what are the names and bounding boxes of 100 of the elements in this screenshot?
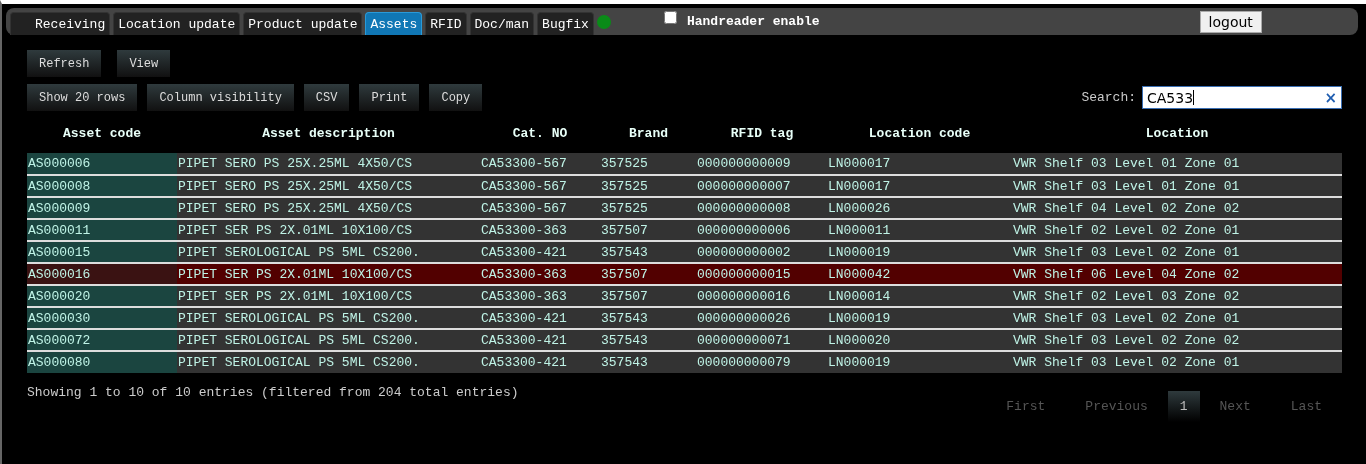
toolbar-button[interactable]: Column visibility xyxy=(147,84,294,111)
table-cell: LN000019 xyxy=(827,351,1012,373)
table-cell: 000000000007 xyxy=(697,175,827,197)
table-cell: AS000011 xyxy=(27,219,177,241)
table-cell: AS000080 xyxy=(27,351,177,373)
table-cell: VWR Shelf 02 Level 03 Zone 02 xyxy=(1012,285,1342,307)
toolbar-button[interactable]: Show 20 rows xyxy=(27,84,138,111)
table-cell: 000000000016 xyxy=(697,285,827,307)
table-cell: LN000011 xyxy=(827,219,1012,241)
table-cell: 357507 xyxy=(600,219,697,241)
table-cell: 357543 xyxy=(600,351,697,373)
checkbox[interactable] xyxy=(663,11,677,24)
table-cell: AS000072 xyxy=(27,329,177,351)
table-cell: AS000015 xyxy=(27,241,177,263)
table-cell: CA53300-363 xyxy=(480,285,600,307)
table-cell: VWR Shelf 04 Level 02 Zone 02 xyxy=(1012,197,1342,219)
nav-tab[interactable]: Bugfix xyxy=(537,12,594,35)
nav-tab[interactable]: RFID xyxy=(425,12,467,35)
table-cell: CA53300-421 xyxy=(480,241,600,263)
status-dot-icon xyxy=(596,14,611,29)
table-cell: CA53300-421 xyxy=(480,329,600,351)
table-cell: CA53300-421 xyxy=(480,307,600,329)
table-cell: 357525 xyxy=(600,153,697,175)
column-header[interactable]: Asset description xyxy=(177,125,480,153)
table-cell: PIPET SERO PS 25X.25ML 4X50/CS xyxy=(177,197,480,219)
table-cell: VWR Shelf 02 Level 02 Zone 01 xyxy=(1012,219,1342,241)
column-header[interactable]: Location code xyxy=(827,125,1012,153)
checkbox-label: Handreader enable xyxy=(686,14,820,29)
table-cell: LN000017 xyxy=(827,175,1012,197)
table-cell: 000000000002 xyxy=(697,241,827,263)
table-cell: VWR Shelf 06 Level 04 Zone 02 xyxy=(1012,263,1342,285)
table-info: Showing 1 to 10 of 10 entries (filtered from 204 total entries) xyxy=(27,385,519,400)
table-cell: VWR Shelf 03 Level 02 Zone 01 xyxy=(1012,241,1342,263)
table-cell: AS000006 xyxy=(27,153,177,175)
table-cell: 000000000079 xyxy=(697,351,827,373)
table-cell: PIPET SEROLOGICAL PS 5ML CS200. xyxy=(177,241,480,263)
nav-tab[interactable]: Location update xyxy=(113,12,241,35)
nav-tab[interactable]: Doc/man xyxy=(469,12,535,35)
table-cell: PIPET SEROLOGICAL PS 5ML CS200. xyxy=(177,329,480,351)
table-cell: AS000020 xyxy=(27,285,177,307)
table-cell: PIPET SEROLOGICAL PS 5ML CS200. xyxy=(177,307,480,329)
table-cell: PIPET SERO PS 25X.25ML 4X50/CS xyxy=(177,153,480,175)
nav-tab[interactable]: Assets xyxy=(365,12,423,35)
table-cell: LN000020 xyxy=(827,329,1012,351)
table-cell: 000000000026 xyxy=(697,307,827,329)
column-header[interactable]: Brand xyxy=(600,125,697,153)
column-header[interactable]: Asset code xyxy=(27,125,177,153)
table-cell: 357507 xyxy=(600,263,697,285)
toolbar-button[interactable]: CSV xyxy=(303,84,350,111)
table-cell: LN000019 xyxy=(827,241,1012,263)
toolbar-button[interactable]: Refresh xyxy=(27,50,102,77)
table-cell: LN000026 xyxy=(827,197,1012,219)
table-cell: CA53300-363 xyxy=(480,219,600,241)
table-cell: CA53300-567 xyxy=(480,197,600,219)
table-cell: 000000000008 xyxy=(697,197,827,219)
nav-tab[interactable]: Receiving xyxy=(10,12,111,35)
search-label: Search: xyxy=(1081,90,1136,105)
table-cell: VWR Shelf 03 Level 02 Zone 02 xyxy=(1012,329,1342,351)
table-cell: AS000009 xyxy=(27,197,177,219)
table-cell: 000000000009 xyxy=(697,153,827,175)
table-cell: 357543 xyxy=(600,307,697,329)
table-cell: CA53300-567 xyxy=(480,175,600,197)
table-cell: 357525 xyxy=(600,197,697,219)
table-cell: PIPET SER PS 2X.01ML 10X100/CS xyxy=(177,219,480,241)
table-cell: 000000000006 xyxy=(697,219,827,241)
table-cell: 357543 xyxy=(600,329,697,351)
table-cell: CA53300-567 xyxy=(480,153,600,175)
table-cell: LN000019 xyxy=(827,307,1012,329)
table-cell: 357525 xyxy=(600,175,697,197)
search-field[interactable]: CA533 × xyxy=(1142,86,1342,109)
column-header[interactable]: RFID tag xyxy=(697,125,827,153)
nav-tab[interactable]: Product update xyxy=(243,12,363,35)
table-cell: AS000030 xyxy=(27,307,177,329)
table-cell: PIPET SER PS 2X.01ML 10X100/CS xyxy=(177,285,480,307)
table-cell: CA53300-421 xyxy=(480,351,600,373)
table-cell: LN000042 xyxy=(827,263,1012,285)
table-cell: 357507 xyxy=(600,285,697,307)
table-cell: LN000017 xyxy=(827,153,1012,175)
table-cell: CA53300-363 xyxy=(480,263,600,285)
table-cell: VWR Shelf 03 Level 01 Zone 01 xyxy=(1012,175,1342,197)
logout-button[interactable]: logout xyxy=(1199,10,1262,33)
page-button[interactable]: 1 xyxy=(1167,391,1200,422)
clear-icon[interactable]: × xyxy=(1324,88,1337,107)
table-cell: LN000014 xyxy=(827,285,1012,307)
toolbar-button[interactable]: Print xyxy=(359,84,420,111)
toolbar-button[interactable]: View xyxy=(117,50,171,77)
table-cell: 000000000015 xyxy=(697,263,827,285)
table-cell: PIPET SEROLOGICAL PS 5ML CS200. xyxy=(177,351,480,373)
table-cell: AS000008 xyxy=(27,175,177,197)
column-header[interactable]: Cat. NO xyxy=(480,125,600,153)
table-cell: PIPET SER PS 2X.01ML 10X100/CS xyxy=(177,263,480,285)
toolbar-button[interactable]: Copy xyxy=(429,84,483,111)
table-cell: PIPET SERO PS 25X.25ML 4X50/CS xyxy=(177,175,480,197)
table-cell: 357543 xyxy=(600,241,697,263)
table-cell: 000000000071 xyxy=(697,329,827,351)
table-cell: VWR Shelf 03 Level 02 Zone 01 xyxy=(1012,351,1342,373)
table-cell: AS000016 xyxy=(27,263,177,285)
table-cell: VWR Shelf 03 Level 01 Zone 01 xyxy=(1012,153,1342,175)
column-header[interactable]: Location xyxy=(1012,125,1342,153)
table-cell: VWR Shelf 03 Level 02 Zone 01 xyxy=(1012,307,1342,329)
